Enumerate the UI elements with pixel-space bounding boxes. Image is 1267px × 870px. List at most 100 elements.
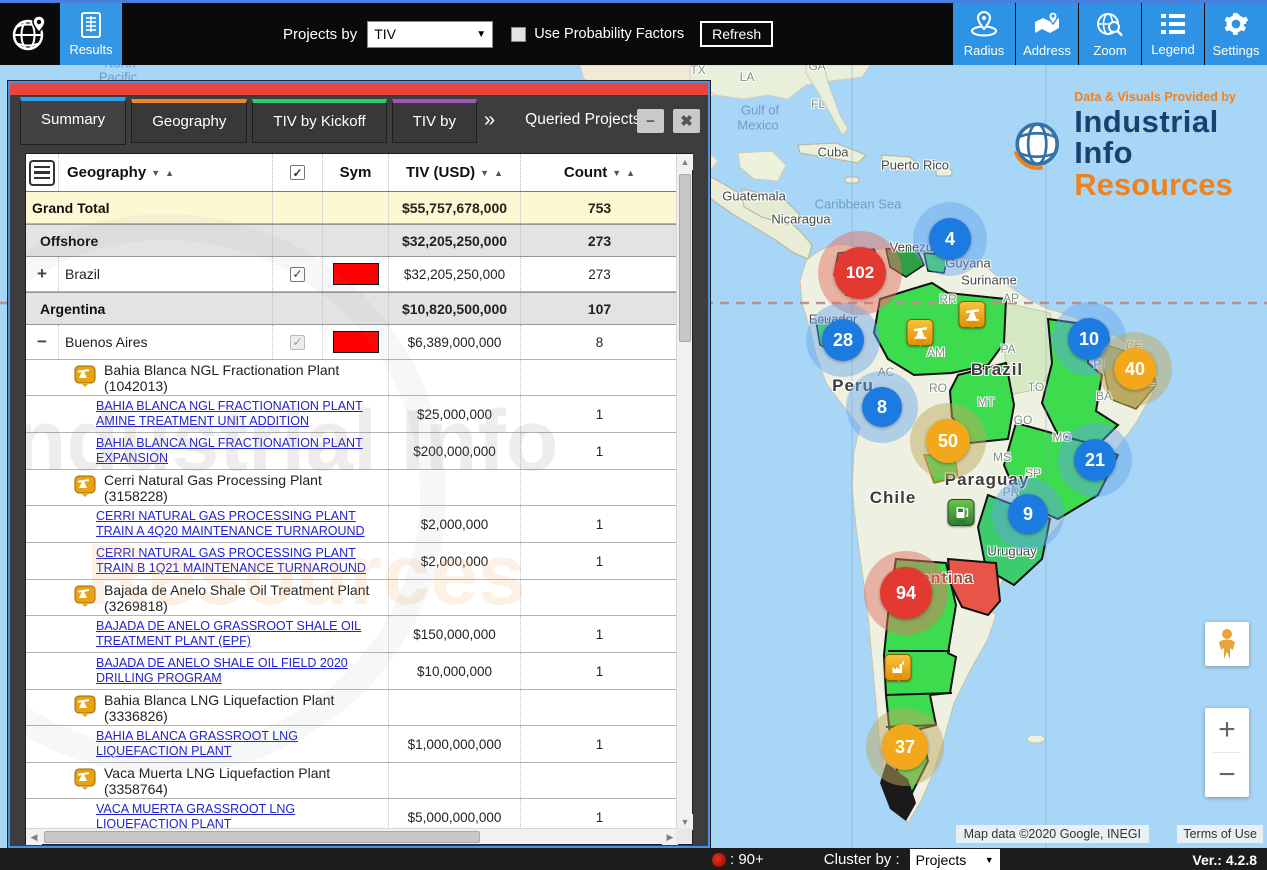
sort-desc-icon[interactable]: ▼	[151, 168, 160, 178]
tiv-value: $2,000,000	[388, 506, 520, 542]
row-checkbox[interactable]: ✓	[290, 335, 305, 350]
tiv-value: $55,757,678,000	[388, 192, 520, 223]
tab-tiv-by[interactable]: TIV by	[392, 99, 477, 143]
sort-asc-icon[interactable]: ▲	[626, 168, 635, 178]
tiv-value: $10,000,000	[388, 653, 520, 689]
project-link[interactable]: BAHIA BLANCA NGL FRACTIONATION PLANT AMI…	[96, 399, 378, 429]
map-cluster-50[interactable]: 50	[926, 419, 970, 463]
map-cluster-21[interactable]: 21	[1074, 439, 1116, 481]
tab-summary[interactable]: Summary	[20, 97, 126, 145]
table-row-project: BAJADA DE ANELO GRASSROOT SHALE OIL TREA…	[26, 616, 678, 653]
plant-name: Bahia Blanca NGL Fractionation Plant (10…	[26, 360, 388, 395]
project-link[interactable]: BAHIA BLANCA NGL FRACTIONATION PLANT EXP…	[96, 436, 378, 466]
row-checkbox[interactable]: ✓	[290, 267, 305, 282]
map-label-ro: RO	[929, 381, 947, 395]
toolbar-button-legend[interactable]: Legend	[1141, 3, 1204, 65]
terms-of-use-link[interactable]: Terms of Use	[1177, 825, 1263, 843]
project-link[interactable]: BAJADA DE ANELO SHALE OIL FIELD 2020 DRI…	[96, 656, 378, 686]
zoom-out-button[interactable]: −	[1205, 753, 1249, 797]
horizontal-scrollbar[interactable]: ◀ ▶	[26, 828, 678, 844]
map-cluster-102[interactable]: 102	[834, 247, 886, 299]
sort-asc-icon[interactable]: ▲	[165, 168, 174, 178]
count-value: 1	[520, 799, 678, 830]
count-value: 107	[520, 293, 678, 324]
map-label-mt: MT	[977, 395, 994, 409]
zoom-in-button[interactable]: +	[1205, 708, 1249, 752]
cluster-count-text: : 90+	[730, 851, 764, 868]
tab-geography[interactable]: Geography	[131, 99, 247, 143]
project-link[interactable]: CERRI NATURAL GAS PROCESSING PLANT TRAIN…	[96, 546, 378, 576]
table-row-project: CERRI NATURAL GAS PROCESSING PLANT TRAIN…	[26, 506, 678, 543]
toolbar-button-address[interactable]: Address	[1015, 3, 1078, 65]
map-cluster-28[interactable]: 28	[822, 319, 864, 361]
map-cluster-8[interactable]: 8	[862, 387, 902, 427]
map-label-mexico: Mexico	[737, 118, 778, 133]
cluster-count-badge: : 90+	[712, 851, 764, 868]
cluster-by-select[interactable]: Projects ▼	[910, 849, 1000, 870]
pumpjack-marker-icon[interactable]	[907, 319, 934, 346]
fuel-pump-marker-icon[interactable]	[948, 499, 975, 526]
map-cluster-94[interactable]: 94	[880, 567, 932, 619]
legend-list-icon	[1159, 12, 1187, 39]
toolbar-button-radius[interactable]: Radius	[952, 3, 1015, 65]
minimize-panel-button[interactable]: −	[637, 109, 664, 133]
refresh-button[interactable]: Refresh	[700, 21, 773, 47]
geography-name: Brazil	[58, 257, 272, 291]
map-label-puerto-rico: Puerto Rico	[881, 158, 949, 173]
sort-asc-icon[interactable]: ▲	[494, 168, 503, 178]
table-row-group: Offshore$32,205,250,000273	[26, 224, 678, 257]
vertical-scroll-thumb[interactable]	[679, 174, 691, 342]
table-row-plant: Vaca Muerta LNG Liquefaction Plant (3358…	[26, 763, 678, 799]
projects-by-select[interactable]: TIV ▼	[367, 21, 493, 48]
plant-marker-icon[interactable]	[885, 654, 912, 681]
count-value: 1	[520, 396, 678, 432]
sym-cell	[322, 325, 388, 359]
project-cell: CERRI NATURAL GAS PROCESSING PLANT TRAIN…	[26, 506, 388, 542]
panel-tabs: SummaryGeographyTIV by KickoffTIV by » Q…	[10, 95, 708, 147]
app-globe-icon[interactable]	[0, 3, 59, 62]
project-link[interactable]: BAHIA BLANCA GRASSROOT LNG LIQUEFACTION …	[96, 729, 378, 759]
tiv-column-header[interactable]: TIV (USD) ▼ ▲	[388, 154, 520, 191]
gear-icon	[1223, 11, 1249, 40]
sym-column-header[interactable]: Sym	[322, 154, 388, 191]
project-link[interactable]: CERRI NATURAL GAS PROCESSING PLANT TRAIN…	[96, 509, 378, 539]
pegman-icon	[1214, 628, 1240, 660]
collapse-icon[interactable]: −	[26, 325, 58, 359]
scroll-left-icon[interactable]: ◀	[26, 829, 42, 845]
sort-desc-icon[interactable]: ▼	[480, 168, 489, 178]
checkbox-cell	[272, 225, 322, 256]
street-view-pegman-button[interactable]	[1205, 622, 1249, 666]
tiv-value: $32,205,250,000	[388, 225, 520, 256]
project-link[interactable]: BAJADA DE ANELO GRASSROOT SHALE OIL TREA…	[96, 619, 378, 649]
table-menu-button[interactable]	[29, 160, 55, 186]
sort-desc-icon[interactable]: ▼	[612, 168, 621, 178]
project-link[interactable]: VACA MUERTA GRASSROOT LNG LIQUEFACTION P…	[96, 802, 378, 830]
geography-header-label: Geography	[67, 164, 146, 181]
expand-icon[interactable]: +	[26, 257, 58, 291]
scroll-up-icon[interactable]: ▲	[677, 154, 693, 170]
table-row-group: Argentina$10,820,500,000107	[26, 292, 678, 325]
map-cluster-40[interactable]: 40	[1114, 348, 1156, 390]
vertical-scrollbar[interactable]: ▲ ▼	[676, 154, 692, 830]
summary-table: Geography ▼ ▲ ✓ Sym TIV (USD) ▼ ▲ Count	[25, 153, 693, 845]
toolbar-button-zoom[interactable]: Zoom	[1078, 3, 1141, 65]
more-tabs-chevron-icon[interactable]: »	[484, 109, 495, 132]
map-cluster-4[interactable]: 4	[929, 218, 971, 260]
count-value: 273	[520, 257, 678, 291]
count-column-header[interactable]: Count ▼ ▲	[520, 154, 678, 191]
count-value	[520, 360, 678, 395]
map-cluster-37[interactable]: 37	[882, 724, 928, 770]
toolbar-button-settings[interactable]: Settings	[1204, 3, 1267, 65]
horizontal-scroll-thumb[interactable]	[44, 831, 480, 843]
results-button[interactable]: Results	[60, 3, 122, 65]
table-row-project: VACA MUERTA GRASSROOT LNG LIQUEFACTION P…	[26, 799, 678, 830]
pumpjack-marker-icon[interactable]	[959, 301, 986, 328]
close-panel-button[interactable]: ✖	[673, 109, 700, 133]
use-probability-checkbox[interactable]	[511, 27, 526, 42]
results-panel: SummaryGeographyTIV by KickoffTIV by » Q…	[8, 81, 710, 848]
map-cluster-9[interactable]: 9	[1008, 494, 1048, 534]
tab-tiv-by-kickoff[interactable]: TIV by Kickoff	[252, 99, 386, 143]
geography-column-header[interactable]: Geography ▼ ▲	[58, 154, 272, 191]
select-all-checkbox[interactable]: ✓	[290, 165, 305, 180]
red-cluster-icon	[712, 853, 726, 867]
